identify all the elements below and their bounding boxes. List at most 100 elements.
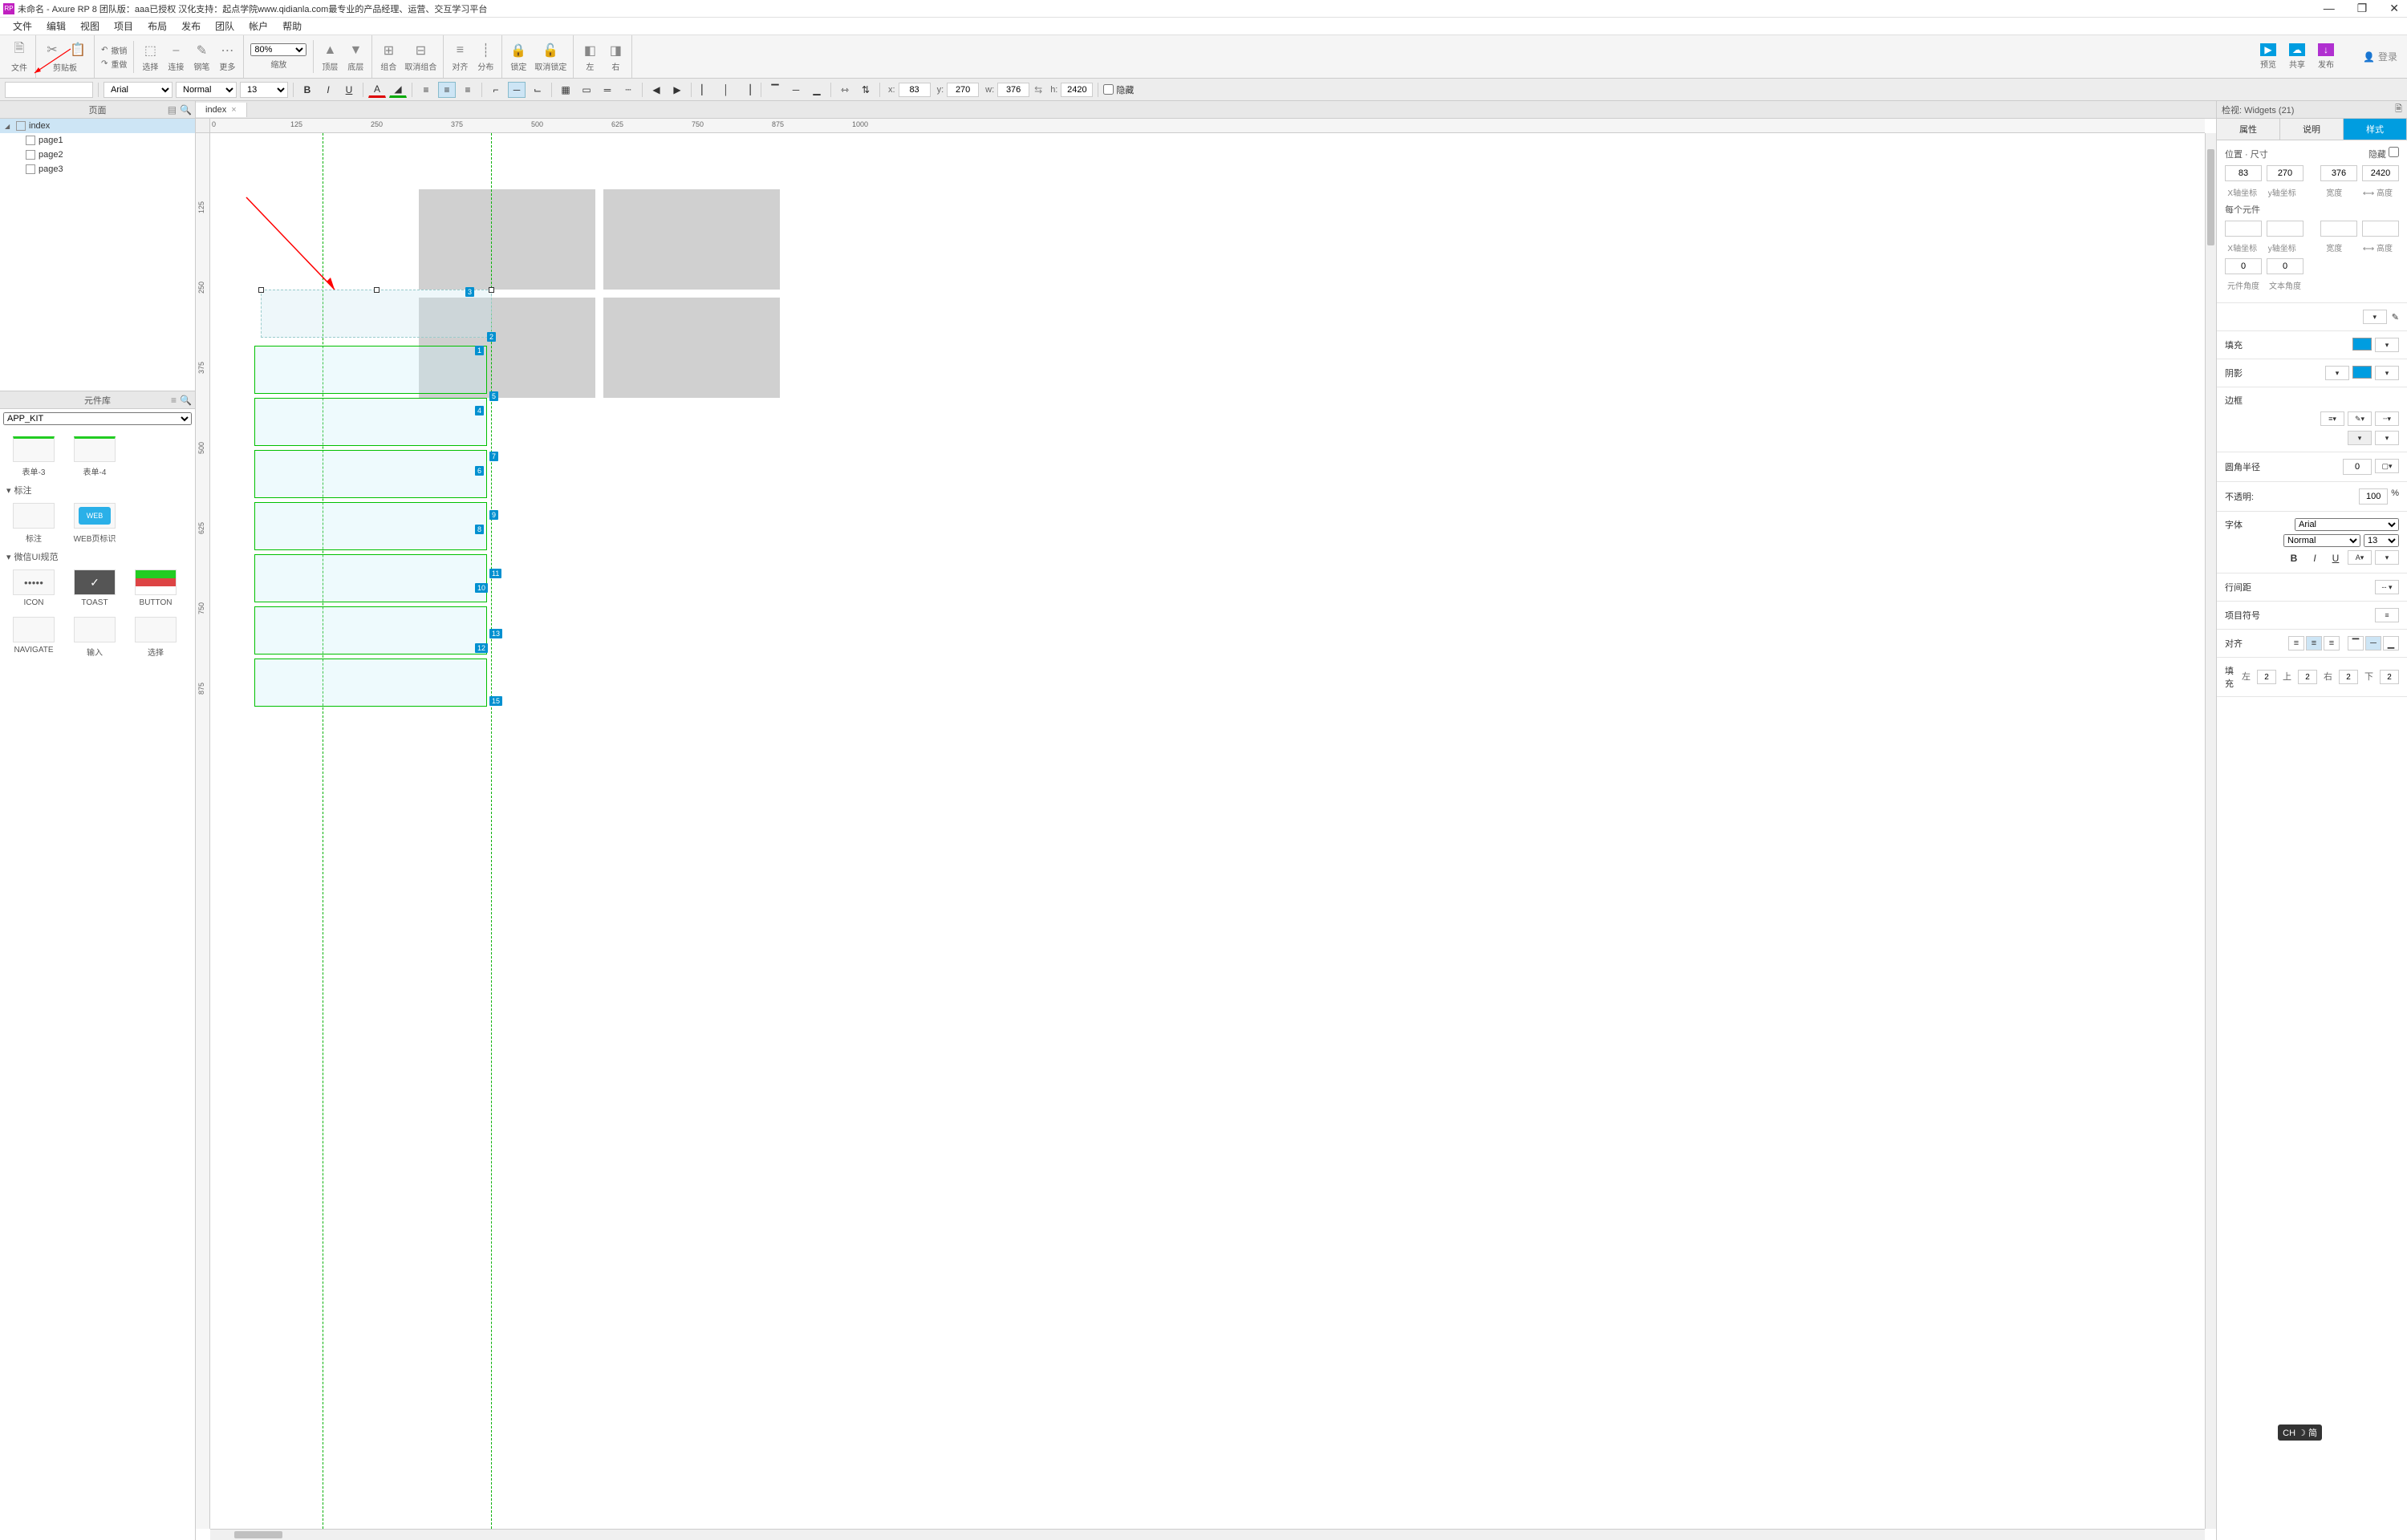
widget-select[interactable]: 选择 bbox=[127, 614, 185, 661]
hidden-cb2[interactable]: 隐藏 bbox=[2368, 147, 2399, 160]
pen-icon[interactable]: ✎ bbox=[192, 41, 211, 60]
border-width-dd[interactable]: ≡▾ bbox=[2320, 411, 2344, 426]
fill-color-button[interactable]: ◢ bbox=[389, 82, 407, 98]
widget-icon[interactable]: ●●●●●ICON bbox=[5, 566, 63, 610]
close-button[interactable]: ✕ bbox=[2385, 2, 2404, 15]
selection-rect[interactable] bbox=[261, 290, 492, 338]
image-placeholder[interactable] bbox=[419, 189, 595, 290]
file-icon[interactable]: 🗎 bbox=[10, 40, 29, 59]
widget-button[interactable]: BUTTON bbox=[127, 566, 185, 610]
tree-page2[interactable]: page2 bbox=[0, 148, 195, 162]
menu-view[interactable]: 视图 bbox=[74, 18, 106, 34]
r-size-select[interactable]: 13 bbox=[2364, 534, 2399, 547]
widgets-menu-icon[interactable]: ≡ bbox=[171, 395, 177, 406]
connect-icon[interactable]: ⎯ bbox=[166, 41, 185, 60]
border-side-dd[interactable]: ▾ bbox=[2375, 431, 2399, 445]
widget-navigate[interactable]: NAVIGATE bbox=[5, 614, 63, 661]
form-row[interactable] bbox=[254, 554, 487, 602]
size-h-input[interactable] bbox=[2362, 165, 2399, 181]
redo-button[interactable]: ↷重做 bbox=[101, 58, 127, 70]
publish-button[interactable]: ↓ bbox=[2318, 43, 2334, 56]
unlock-icon[interactable]: 🔓 bbox=[541, 41, 560, 60]
form-row[interactable] bbox=[254, 346, 487, 394]
menu-help[interactable]: 帮助 bbox=[276, 18, 308, 34]
widget-name-input[interactable] bbox=[5, 82, 93, 98]
r-font-select[interactable]: Arial bbox=[2295, 518, 2399, 531]
dist-v-button[interactable]: ⇅ bbox=[857, 82, 875, 98]
hidden-checkbox-label[interactable]: 隐藏 bbox=[1103, 83, 1134, 96]
valign-b2-button[interactable]: ▁ bbox=[808, 82, 826, 98]
search-widgets-icon[interactable]: 🔍 bbox=[180, 395, 192, 406]
outer-shadow-dd[interactable]: ▾ bbox=[2325, 366, 2349, 380]
radius-input[interactable] bbox=[2343, 459, 2372, 475]
ra-center[interactable]: ≡ bbox=[2306, 636, 2322, 650]
tab-props[interactable]: 属性 bbox=[2217, 119, 2280, 140]
radius-corner-dd[interactable]: ▢▾ bbox=[2375, 459, 2399, 473]
ra-top[interactable]: ▔ bbox=[2348, 636, 2364, 650]
image-placeholder[interactable] bbox=[603, 298, 780, 398]
text-color-button[interactable]: A bbox=[368, 82, 386, 98]
form-row[interactable] bbox=[254, 606, 487, 654]
r-underline[interactable]: U bbox=[2327, 550, 2344, 566]
underline-button[interactable]: U bbox=[340, 82, 358, 98]
fill-swatch[interactable] bbox=[2352, 338, 2372, 351]
distribute-icon[interactable]: ┊ bbox=[476, 41, 495, 60]
r-text-color[interactable]: A▾ bbox=[2348, 550, 2372, 565]
widget-annotation[interactable]: 标注 bbox=[5, 500, 63, 547]
r-bold[interactable]: B bbox=[2285, 550, 2303, 566]
add-page-icon[interactable]: ▤ bbox=[168, 104, 177, 116]
back-icon[interactable]: ▼ bbox=[346, 41, 365, 60]
undo-button[interactable]: ↶撤销 bbox=[101, 44, 127, 56]
tab-style[interactable]: 样式 bbox=[2344, 119, 2407, 140]
scrollbar-v[interactable] bbox=[2205, 133, 2216, 1529]
h-input[interactable] bbox=[1061, 83, 1093, 97]
image-placeholder[interactable] bbox=[603, 189, 780, 290]
w-input[interactable] bbox=[997, 83, 1029, 97]
x-input[interactable] bbox=[899, 83, 931, 97]
halign-right-button[interactable]: ▕ bbox=[738, 82, 756, 98]
align-right-button[interactable]: ≡ bbox=[459, 82, 477, 98]
dock-right-icon[interactable]: ◨ bbox=[606, 41, 625, 60]
shadow-swatch[interactable] bbox=[2352, 366, 2372, 379]
bullets-btn[interactable]: ≡ bbox=[2375, 608, 2399, 622]
font-family-select[interactable]: Arial bbox=[104, 82, 173, 98]
fill-dd[interactable]: ▾ bbox=[2375, 338, 2399, 352]
lock-aspect-icon[interactable]: ⇆ bbox=[1034, 84, 1042, 95]
menu-file[interactable]: 文件 bbox=[6, 18, 39, 34]
canvas[interactable]: 3 2 1 5 4 7 6 9 8 11 10 13 12 15 bbox=[210, 133, 2205, 1529]
more-icon[interactable]: ⋯ bbox=[217, 41, 237, 60]
form-row[interactable] bbox=[254, 398, 487, 446]
form-row[interactable] bbox=[254, 659, 487, 707]
ra-bot[interactable]: ▁ bbox=[2383, 636, 2399, 650]
line-height-dd[interactable]: -- ▾ bbox=[2375, 580, 2399, 594]
pad-l[interactable] bbox=[2257, 670, 2276, 684]
opacity-input[interactable] bbox=[2359, 488, 2388, 505]
canvas-viewport[interactable]: 0 125 250 375 500 625 750 875 1000 125 2… bbox=[196, 119, 2216, 1540]
lock-icon[interactable]: 🔒 bbox=[509, 41, 528, 60]
bold-button[interactable]: B bbox=[298, 82, 316, 98]
menu-team[interactable]: 团队 bbox=[209, 18, 241, 34]
valign-top-button[interactable]: ⌐ bbox=[487, 82, 505, 98]
paste-icon[interactable]: 📋 bbox=[68, 40, 87, 59]
group-icon[interactable]: ⊞ bbox=[379, 41, 398, 60]
valign-mid-button[interactable]: ─ bbox=[508, 82, 526, 98]
dock-left-icon[interactable]: ◧ bbox=[580, 41, 599, 60]
inspector-body[interactable]: 位置 · 尺寸隐藏 X轴坐标 y轴坐标 宽度 ⟷ 高度 每个元件 bbox=[2217, 140, 2407, 1540]
font-weight-select[interactable]: Normal bbox=[176, 82, 237, 98]
r-italic[interactable]: I bbox=[2306, 550, 2324, 566]
section-wechat[interactable]: ▾微信UI规范 bbox=[5, 547, 190, 566]
library-select[interactable]: APP_KIT bbox=[3, 412, 192, 425]
arrow-start-button[interactable]: ◀ bbox=[647, 82, 665, 98]
login-button[interactable]: 👤登录 bbox=[2356, 48, 2404, 65]
tree-page1[interactable]: page1 bbox=[0, 133, 195, 148]
italic-button[interactable]: I bbox=[319, 82, 337, 98]
border-style-dd[interactable]: ┄▾ bbox=[2375, 411, 2399, 426]
close-tab-icon[interactable]: × bbox=[231, 105, 236, 115]
search-page-icon[interactable]: 🔍 bbox=[180, 104, 192, 116]
per-h-input[interactable] bbox=[2362, 221, 2399, 237]
r-weight-select[interactable]: Normal bbox=[2283, 534, 2360, 547]
preview-button[interactable]: ▶ bbox=[2260, 43, 2276, 56]
widget-form3[interactable]: 表单-3 bbox=[5, 433, 63, 480]
text-rot-input[interactable] bbox=[2267, 258, 2303, 274]
border-color-dd[interactable]: ✎▾ bbox=[2348, 411, 2372, 426]
